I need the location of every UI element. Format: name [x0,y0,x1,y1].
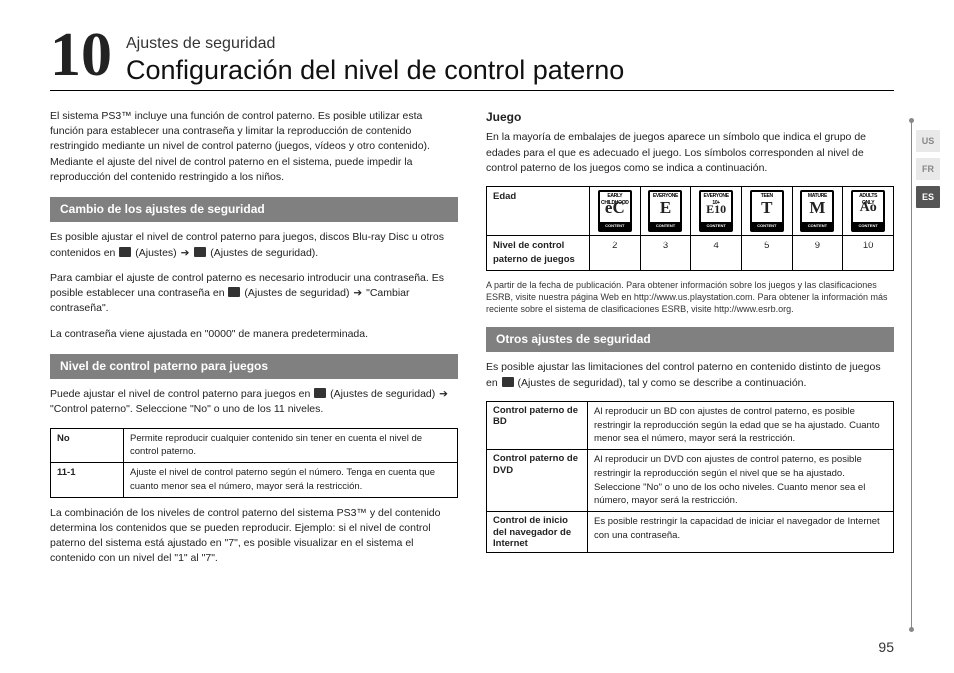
other-settings-table: Control paterno de BD Al reproducir un B… [486,401,894,554]
page-number: 95 [878,639,894,655]
rating-icon-m: MATUREMCONTENT RATED BY ESRB [800,190,834,232]
settings-icon [119,247,131,257]
table-row: Control paterno de BD Al reproducir un B… [487,401,894,449]
rating-icon-ec: EARLY CHILDHOODeCCONTENT RATED BY ESRB [598,190,632,232]
rating-icon-e10: EVERYONE 10+E10CONTENT RATED BY ESRB [699,190,733,232]
rating-icon-e: EVERYONEECONTENT RATED BY ESRB [648,190,682,232]
section-heading-cambio: Cambio de los ajustes de seguridad [50,197,458,222]
ratings-table: Edad EARLY CHILDHOODeCCONTENT RATED BY E… [486,186,894,271]
sect2-p1: Puede ajustar el nivel de control patern… [50,387,458,417]
table-row: Nivel de control paterno de juegos 2 3 4… [487,236,894,271]
sect3-p: Es posible ajustar las limitaciones del … [486,360,894,390]
page-header: 10 Ajustes de seguridad Configuración de… [50,24,894,91]
security-icon [314,388,326,398]
ratings-footnote: A partir de la fecha de publicación. Par… [486,279,894,315]
table-row: Control de inicio del navegador de Inter… [487,512,894,553]
page-title: Configuración del nivel de control pater… [126,55,894,86]
language-tabs: US FR ES [916,130,940,208]
lang-tab-us[interactable]: US [916,130,940,152]
juego-heading: Juego [486,109,894,126]
lang-tab-fr[interactable]: FR [916,158,940,180]
table-row: Edad EARLY CHILDHOODeCCONTENT RATED BY E… [487,187,894,236]
intro-text: El sistema PS3™ incluye una función de c… [50,109,458,185]
security-icon [228,287,240,297]
lang-tab-es[interactable]: ES [916,186,940,208]
sect1-p3: La contraseña viene ajustada en "0000" d… [50,327,458,342]
arrow-icon: ➔ [181,246,190,261]
section-heading-otros: Otros ajustes de seguridad [486,327,894,352]
table-row: No Permite reproducir cualquier contenid… [51,428,458,463]
sect1-p2: Para cambiar el ajuste de control patern… [50,271,458,317]
table-row: 11-1 Ajuste el nivel de control paterno … [51,463,458,498]
chapter-number: 10 [50,24,112,86]
right-column: Juego En la mayoría de embalajes de jueg… [486,109,894,577]
side-rule [911,120,912,630]
rating-icon-t: TEENTCONTENT RATED BY ESRB [750,190,784,232]
security-icon [194,247,206,257]
table-row: Control paterno de DVD Al reproducir un … [487,450,894,512]
security-icon [502,377,514,387]
section-heading-nivel: Nivel de control paterno para juegos [50,354,458,379]
arrow-icon: ➔ [439,387,448,402]
kicker: Ajustes de seguridad [126,35,894,53]
sect1-p1: Es posible ajustar el nivel de control p… [50,230,458,260]
rating-icon-ao: ADULTS ONLYAoCONTENT RATED BY ESRB [851,190,885,232]
sect2-p2: La combinación de los niveles de control… [50,506,458,567]
levels-table: No Permite reproducir cualquier contenid… [50,428,458,498]
arrow-icon: ➔ [353,286,362,301]
juego-text: En la mayoría de embalajes de juegos apa… [486,130,894,176]
left-column: El sistema PS3™ incluye una función de c… [50,109,458,577]
